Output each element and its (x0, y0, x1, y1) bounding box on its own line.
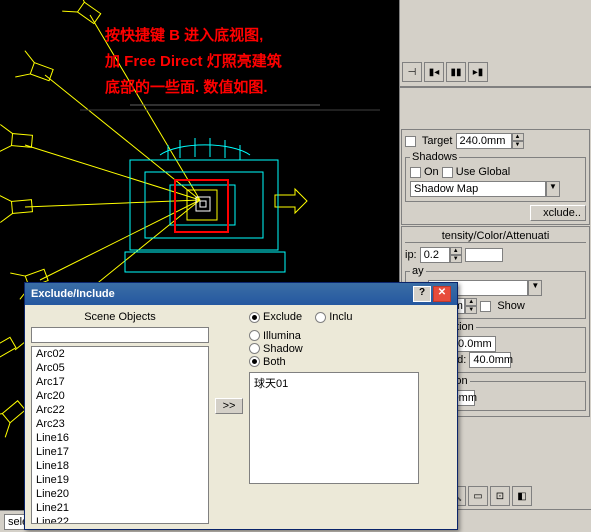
shadow-radio[interactable] (249, 343, 260, 354)
target-label: Target (422, 135, 453, 147)
search-input[interactable] (31, 327, 209, 343)
target-checkbox[interactable] (405, 136, 416, 147)
list-item[interactable]: Arc17 (32, 375, 208, 389)
exclude-radio-row[interactable]: Exclude (249, 311, 302, 323)
list-item[interactable]: Arc23 (32, 417, 208, 431)
spinner-up-icon[interactable]: ▲ (450, 247, 462, 255)
illum-radio-row[interactable]: Illumina (249, 330, 451, 342)
shadow-radio-row[interactable]: Shadow (249, 343, 451, 355)
exclude-button[interactable]: xclude.. (530, 205, 586, 221)
intensity-legend: tensity/Color/Attenuati (405, 230, 586, 243)
list-item[interactable]: Line16 (32, 431, 208, 445)
instruction-text-2: 加 Free Direct 灯照亮建筑 (105, 50, 282, 71)
shadow-type-dropdown[interactable]: Shadow Map ▼ (410, 181, 560, 197)
scene-objects-column: Scene Objects Arc02Arc05Arc17Arc20Arc22A… (31, 311, 209, 524)
color-swatch[interactable] (465, 248, 503, 262)
toolbar-pin-icon[interactable]: ⊣ (402, 62, 422, 82)
scene-objects-list[interactable]: Arc02Arc05Arc17Arc20Arc22Arc23Line16Line… (31, 346, 209, 524)
shadow-type-value: Shadow Map (410, 181, 546, 197)
instruction-text-1: 按快捷键 B 进入底视图, (105, 24, 263, 45)
shadows-global-checkbox[interactable] (442, 167, 453, 178)
shadows-fieldset: Shadows On Use Global Shadow Map ▼ (405, 151, 586, 202)
dialog-close-button[interactable]: ✕ (433, 286, 451, 302)
decay-show-checkbox[interactable] (480, 301, 491, 312)
list-item[interactable]: Line21 (32, 501, 208, 515)
mode-radios: Exclude Inclu (249, 311, 451, 326)
transfer-buttons: >> << (215, 311, 243, 524)
target-row: Target 240.0mm ▲▼ (405, 135, 524, 147)
include-radio-row[interactable]: Inclu (315, 311, 352, 323)
list-item[interactable]: Line20 (32, 487, 208, 501)
list-item[interactable]: Arc22 (32, 403, 208, 417)
list-item[interactable]: Line17 (32, 445, 208, 459)
list-item[interactable]: Arc20 (32, 389, 208, 403)
region-icon[interactable]: ▭ (468, 486, 488, 506)
spinner-down-icon[interactable]: ▼ (450, 255, 462, 263)
affect-radios: Illumina Shadow Both (249, 330, 451, 368)
both-radio[interactable] (249, 356, 260, 367)
included-list[interactable]: 球天01 (249, 372, 419, 484)
list-item[interactable]: Line18 (32, 459, 208, 473)
dialog-titlebar[interactable]: Exclude/Include ? ✕ (25, 283, 457, 305)
list-item[interactable]: Line19 (32, 473, 208, 487)
exclude-include-dialog: Exclude/Include ? ✕ Scene Objects Arc02A… (24, 282, 458, 530)
transfer-right-button[interactable]: >> (215, 398, 243, 414)
list-item[interactable]: Arc05 (32, 361, 208, 375)
target-value[interactable]: 240.0mm (456, 133, 512, 149)
shadows-on-checkbox[interactable] (410, 167, 421, 178)
list-item[interactable]: Arc02 (32, 347, 208, 361)
view-icon[interactable]: ◧ (512, 486, 532, 506)
spinner-down-icon[interactable]: ▼ (512, 141, 524, 149)
general-params-section: Target 240.0mm ▲▼ Shadows On Use Global … (401, 129, 590, 225)
near-end-value[interactable]: 40.0mm (469, 352, 511, 368)
shadows-global-row: Use Global (442, 166, 510, 178)
list-item[interactable]: Line22 (32, 515, 208, 524)
toolbar-play-icon[interactable]: ▮▮ (446, 62, 466, 82)
dialog-right-column: Exclude Inclu Illumina Shadow Both 球天01 (249, 311, 451, 524)
illumination-radio[interactable] (249, 330, 260, 341)
scene-objects-label: Scene Objects (31, 311, 209, 323)
included-item[interactable]: 球天01 (250, 373, 418, 393)
dialog-help-button[interactable]: ? (413, 286, 431, 302)
dialog-title: Exclude/Include (31, 288, 115, 300)
shadows-legend: Shadows (410, 151, 459, 163)
multiplier-value[interactable]: 0.2 (420, 247, 450, 263)
field-icon[interactable]: ⊡ (490, 486, 510, 506)
multiplier-label: ip: (405, 249, 417, 261)
chevron-down-icon[interactable]: ▼ (528, 280, 542, 296)
near-start-value[interactable]: 0.0mm (454, 336, 496, 352)
chevron-down-icon[interactable]: ▼ (546, 181, 560, 197)
shadows-on-row: On (410, 166, 439, 178)
decay-legend: ay (410, 265, 426, 277)
exclude-radio[interactable] (249, 312, 260, 323)
spinner-up-icon[interactable]: ▲ (512, 133, 524, 141)
panel-toolbar: ⊣ ▮◂ ▮▮ ▸▮ (400, 0, 591, 88)
include-radio[interactable] (315, 312, 326, 323)
toolbar-next-icon[interactable]: ▸▮ (468, 62, 488, 82)
instruction-text-3: 底部的一些面. 数值如图. (105, 76, 268, 97)
both-radio-row[interactable]: Both (249, 356, 451, 368)
highlight-viewport-center (174, 179, 229, 233)
toolbar-prev-icon[interactable]: ▮◂ (424, 62, 444, 82)
